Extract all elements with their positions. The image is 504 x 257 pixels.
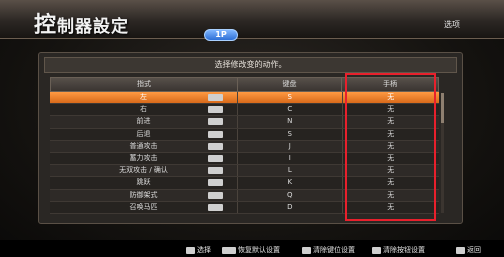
hint-clear-buttons: 清除按钮设置 — [372, 245, 425, 255]
keyboard-binding[interactable]: S — [238, 128, 343, 140]
gamepad-column-highlight — [345, 73, 436, 221]
keyboard-binding[interactable]: I — [238, 152, 343, 165]
hint-reset: 恢复默认设置 — [222, 245, 280, 255]
action-label: 普通攻击 — [129, 141, 158, 150]
action-label: 左 — [140, 93, 148, 101]
scroll-thumb[interactable] — [441, 93, 444, 123]
instruction-prompt: 选择修改变的动作。 — [44, 57, 457, 73]
action-label: 无双攻击 / 确认 — [119, 166, 168, 175]
action-label: 防御架式 — [129, 190, 158, 199]
action-label: 后退 — [136, 129, 151, 138]
keyboard-binding[interactable]: S — [238, 92, 343, 104]
controller-icon — [208, 203, 224, 211]
controller-icon — [208, 142, 224, 150]
header-bar: 控制器設定 1P 选项 — [0, 0, 504, 41]
action-label: 右 — [140, 105, 148, 114]
button-hints-bar: 选择 恢复默认设置 清除键位设置 清除按钮设置 返回 — [0, 240, 504, 257]
keyboard-binding[interactable]: Q — [238, 189, 343, 201]
action-label: 跳跃 — [136, 178, 151, 187]
key-icon — [222, 246, 236, 254]
screen-title: 控制器設定 — [34, 12, 130, 38]
keyboard-binding[interactable]: N — [238, 116, 343, 128]
controller-icon — [208, 167, 224, 175]
hint-back: 返回 — [456, 245, 481, 255]
keyboard-binding[interactable]: L — [238, 165, 343, 177]
key-icon — [186, 246, 195, 254]
controller-icon — [208, 106, 224, 114]
key-icon — [456, 246, 465, 254]
controller-icon — [208, 94, 224, 101]
hint-clear-keys: 清除键位设置 — [302, 245, 355, 255]
controller-icon — [208, 130, 224, 138]
table-scrollbar[interactable] — [441, 93, 444, 213]
action-label: 蓄力攻击 — [129, 153, 158, 162]
player-badge: 1P — [204, 29, 238, 41]
controller-icon — [208, 154, 224, 162]
keyboard-binding[interactable]: D — [238, 201, 343, 213]
keyboard-binding[interactable]: K — [238, 177, 343, 189]
action-label: 前进 — [136, 117, 151, 126]
controller-icon — [208, 191, 224, 199]
column-keyboard: 键盘 — [238, 78, 342, 91]
action-label: 召唤马匹 — [129, 202, 158, 211]
column-action: 指式 — [51, 78, 239, 91]
keyboard-binding[interactable]: J — [238, 140, 343, 152]
options-label[interactable]: 选项 — [444, 19, 460, 30]
keyboard-binding[interactable]: C — [238, 104, 343, 116]
key-icon — [372, 246, 381, 254]
key-icon — [302, 246, 311, 254]
controller-icon — [208, 118, 224, 126]
controller-icon — [208, 179, 224, 187]
hint-select: 选择 — [186, 245, 211, 255]
